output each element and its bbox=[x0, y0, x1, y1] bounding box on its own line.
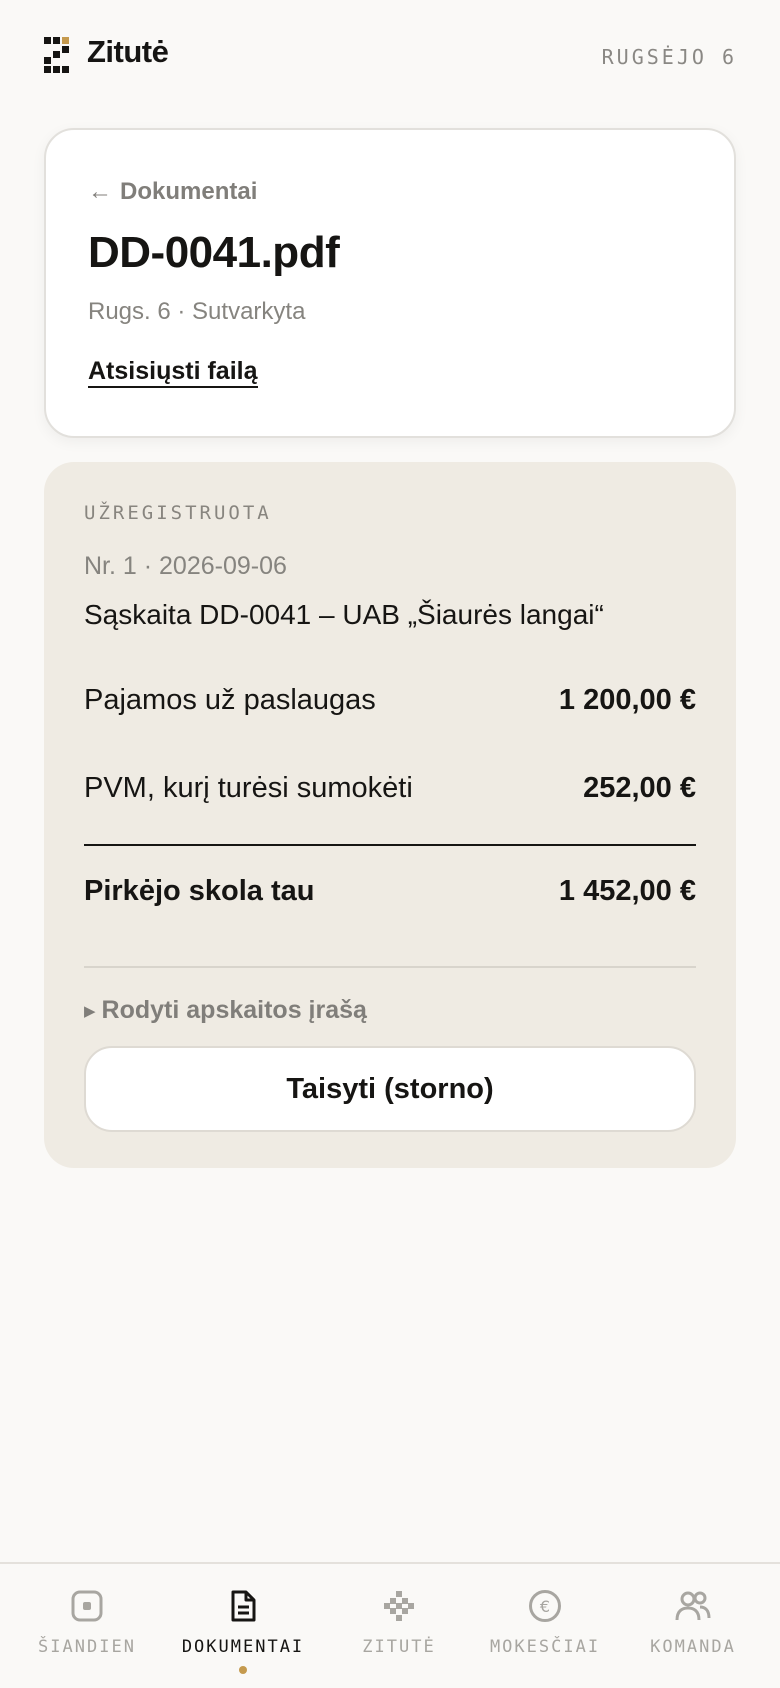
total-amount: 1 452,00 € bbox=[558, 875, 696, 907]
download-file-link[interactable]: Atsisiųsti failą bbox=[88, 356, 258, 388]
entry-status: UŽREGISTRUOTA bbox=[84, 502, 272, 524]
sparkle-icon bbox=[384, 1591, 414, 1621]
logo-icon bbox=[44, 37, 69, 73]
entry-row-income: Pajamos už paslaugas 1 200,00 € bbox=[84, 684, 696, 717]
document-icon bbox=[231, 1590, 256, 1622]
entry-description: Sąskaita DD-0041 – UAB „Šiaurės langai“ bbox=[84, 599, 604, 630]
nav-label: ZITUTĖ bbox=[362, 1637, 436, 1657]
app-header: Zitutė RUGSĖJO 6 bbox=[0, 0, 780, 112]
total-divider bbox=[84, 844, 696, 846]
document-title: DD-0041.pdf bbox=[88, 228, 340, 277]
entry-row-vat: PVM, kurį turėsi sumokėti 252,00 € bbox=[84, 772, 696, 805]
team-icon bbox=[675, 1591, 711, 1621]
row-label: PVM, kurį turėsi sumokėti bbox=[84, 772, 413, 804]
app-brand: Zitutė bbox=[87, 34, 169, 69]
back-link-label: Dokumentai bbox=[120, 178, 258, 205]
nav-item-documents[interactable]: DOKUMENTAI bbox=[165, 1584, 321, 1684]
row-amount: 1 200,00 € bbox=[558, 684, 696, 716]
nav-label: DOKUMENTAI bbox=[181, 1637, 305, 1657]
document-meta: Rugs. 6 · Sutvarkyta bbox=[88, 298, 306, 325]
nav-label: KOMANDA bbox=[650, 1637, 736, 1657]
toggle-label: Rodyti apskaitos įrašą bbox=[101, 996, 367, 1024]
accounting-entry-card: UŽREGISTRUOTA Nr. 1 · 2026-09-06 Sąskait… bbox=[44, 462, 736, 1168]
current-date: RUGSĖJO 6 bbox=[601, 45, 737, 69]
bottom-nav: ŠIANDIEN DOKUMENTAI ZITUTĖ € MOKESČIAI K… bbox=[0, 1562, 780, 1688]
active-indicator-dot bbox=[239, 1666, 247, 1674]
row-label: Pajamos už paslaugas bbox=[84, 684, 376, 716]
entry-row-total: Pirkėjo skola tau 1 452,00 € bbox=[84, 875, 696, 908]
total-label: Pirkėjo skola tau bbox=[84, 875, 315, 907]
entry-number: Nr. 1 · 2026-09-06 bbox=[84, 552, 287, 580]
nav-item-zitute[interactable]: ZITUTĖ bbox=[321, 1584, 477, 1684]
nav-label: ŠIANDIEN bbox=[38, 1637, 136, 1657]
show-accounting-entry-toggle[interactable]: ▶ Rodyti apskaitos įrašą bbox=[84, 996, 367, 1025]
storno-button[interactable]: Taisyti (storno) bbox=[84, 1046, 696, 1132]
svg-text:€: € bbox=[540, 1597, 550, 1616]
section-divider bbox=[84, 966, 696, 968]
euro-icon: € bbox=[529, 1590, 561, 1622]
back-to-documents-link[interactable]: ← Dokumentai bbox=[88, 178, 257, 206]
document-card: ← Dokumentai DD-0041.pdf Rugs. 6 · Sutva… bbox=[44, 128, 736, 438]
back-arrow-icon: ← bbox=[88, 178, 112, 205]
triangle-right-icon: ▶ bbox=[84, 1002, 96, 1020]
today-icon bbox=[71, 1590, 103, 1622]
nav-item-taxes[interactable]: € MOKESČIAI bbox=[467, 1584, 623, 1684]
nav-item-team[interactable]: KOMANDA bbox=[615, 1584, 771, 1684]
nav-item-today[interactable]: ŠIANDIEN bbox=[9, 1584, 165, 1684]
row-amount: 252,00 € bbox=[583, 772, 696, 804]
nav-label: MOKESČIAI bbox=[489, 1637, 601, 1657]
